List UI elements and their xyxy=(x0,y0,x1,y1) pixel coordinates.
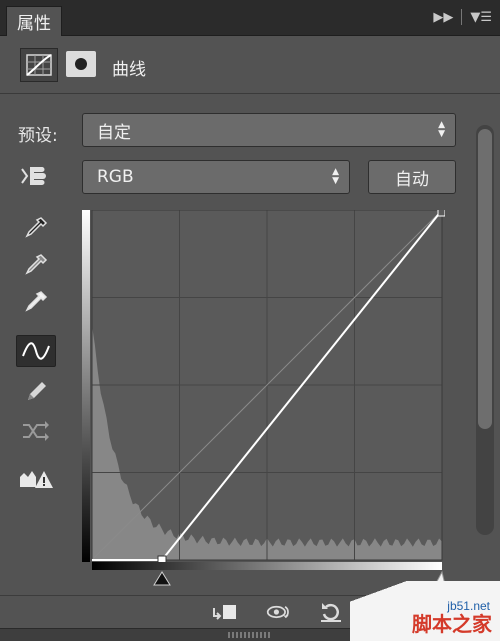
panel-titlebar: 属性 ▶▶ ▼☰ xyxy=(0,0,500,36)
preset-value: 自定 xyxy=(97,122,131,143)
gray-point-eyedropper-icon[interactable] xyxy=(16,250,56,282)
curves-graph[interactable] xyxy=(82,210,445,590)
curve-edit-points-icon[interactable] xyxy=(16,335,56,367)
white-point-handle[interactable] xyxy=(437,210,445,217)
collapse-panel-icon[interactable]: ▶▶ xyxy=(433,10,453,25)
adjustment-header: 曲线 xyxy=(0,36,500,94)
auto-button-label: 自动 xyxy=(395,169,429,190)
select-arrows-icon: ▲ ▼ xyxy=(438,120,445,139)
panel-scrollbar[interactable] xyxy=(471,95,500,595)
layer-mask-icon[interactable] xyxy=(66,51,96,77)
titlebar-divider xyxy=(461,9,463,25)
properties-tab[interactable]: 属性 xyxy=(6,6,62,36)
channel-value: RGB xyxy=(97,167,134,187)
scroll-thumb[interactable] xyxy=(478,129,492,429)
pencil-draw-icon[interactable] xyxy=(16,375,56,407)
curves-adjustment-icon[interactable] xyxy=(20,48,58,82)
smooth-curve-icon[interactable] xyxy=(16,415,56,447)
watermark: jb51.net 脚本之家 xyxy=(350,581,500,641)
properties-tab-label: 属性 xyxy=(17,14,51,34)
black-point-eyedropper-icon[interactable] xyxy=(16,213,56,245)
reset-adjustment-icon[interactable] xyxy=(318,601,344,623)
target-adjust-hand-icon[interactable] xyxy=(16,160,56,192)
mask-dot xyxy=(75,58,87,70)
output-gradient-bar xyxy=(82,210,90,562)
channel-select[interactable]: RGB ▲ ▼ xyxy=(82,160,350,194)
panel-menu-icon[interactable]: ▼☰ xyxy=(470,10,492,25)
white-point-eyedropper-icon[interactable] xyxy=(16,287,56,319)
clipping-warning-icon[interactable] xyxy=(16,463,56,495)
preset-select[interactable]: 自定 ▲ ▼ xyxy=(82,113,456,147)
clip-to-layer-icon[interactable] xyxy=(212,601,238,623)
grip-dots xyxy=(228,632,272,638)
view-previous-state-icon[interactable] xyxy=(266,601,292,623)
auto-button[interactable]: 自动 xyxy=(368,160,456,194)
curves-content: 预设: 自定 ▲ ▼ RGB ▲ ▼ 自动 xyxy=(0,95,470,595)
input-gradient-bar xyxy=(92,562,442,570)
adjustment-title: 曲线 xyxy=(112,60,146,80)
select-arrows-icon: ▲ ▼ xyxy=(332,167,339,186)
preset-label: 预设: xyxy=(18,126,58,146)
titlebar-controls: ▶▶ ▼☰ xyxy=(433,9,492,25)
black-input-slider[interactable] xyxy=(153,571,171,586)
watermark-name: 脚本之家 xyxy=(412,612,492,636)
